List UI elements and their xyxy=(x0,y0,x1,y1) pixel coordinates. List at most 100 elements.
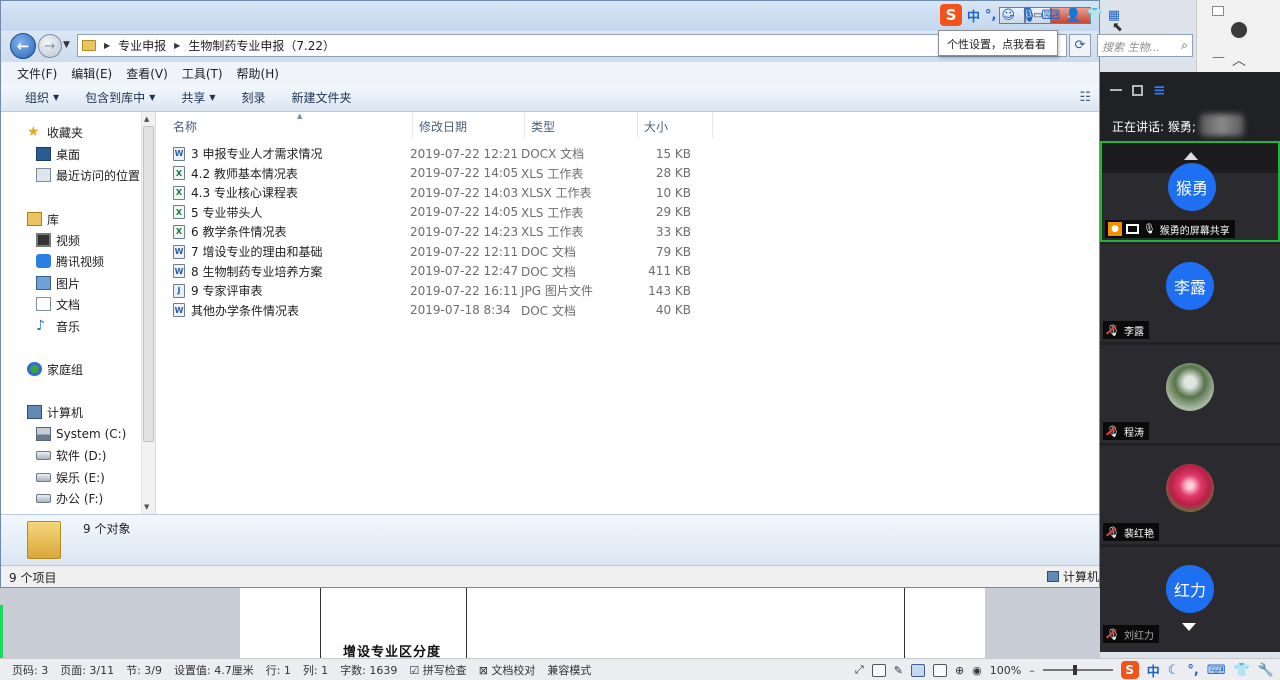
nav-pictures[interactable]: 图片 xyxy=(36,273,80,293)
nav-desktop[interactable]: 桌面 xyxy=(36,144,80,164)
title-bar[interactable]: – ▭ ✕ xyxy=(1,1,1099,31)
column-header-type[interactable]: 类型 xyxy=(525,112,638,138)
participant-tile-active[interactable]: 猴勇 ● 🎙 猴勇的屏幕共享 xyxy=(1100,141,1280,242)
zoom-level[interactable]: 100% xyxy=(990,664,1021,677)
zoom-out-icon[interactable]: – xyxy=(1029,664,1035,677)
zoom-slider-thumb[interactable] xyxy=(1072,665,1077,675)
ime-mode-toggle[interactable]: 中 xyxy=(1147,661,1160,680)
address-box[interactable]: ▶ 专业申报 ▶ 生物制药专业申报（7.22） xyxy=(77,34,1067,57)
eye-protection-icon[interactable]: ◉ xyxy=(972,664,982,677)
scroll-up-icon[interactable]: ▲ xyxy=(144,115,149,123)
scroll-down-icon[interactable] xyxy=(1182,623,1196,631)
column-header-size[interactable]: 大小 xyxy=(638,112,713,138)
file-row[interactable]: W 其他办学条件情况表 2019-07-18 8:34 DOC 文档 40 KB xyxy=(173,301,713,320)
nav-libraries[interactable]: 库 xyxy=(27,209,59,229)
reading-view-icon[interactable] xyxy=(871,663,886,677)
ime-mode-toggle[interactable]: 中 xyxy=(967,6,980,25)
breadcrumb-separator-icon[interactable]: ▶ xyxy=(174,41,180,50)
participant-tile[interactable]: 🎙 裴红艳 xyxy=(1100,446,1280,544)
nav-favorites[interactable]: ★ 收藏夹 xyxy=(27,122,83,142)
back-button[interactable]: ← xyxy=(10,33,36,59)
outline-view-icon[interactable] xyxy=(932,663,947,677)
nav-documents[interactable]: 文档 xyxy=(36,294,80,314)
history-dropdown-icon[interactable]: ▼ xyxy=(63,40,70,50)
nav-tencent-video[interactable]: 腾讯视频 xyxy=(36,251,104,271)
nav-recent[interactable]: 最近访问的位置 xyxy=(36,165,140,185)
skin-shirt-icon[interactable]: 👕 xyxy=(1234,663,1250,678)
menu-view[interactable]: 查看(V) xyxy=(126,65,168,82)
file-row[interactable]: X 4.2 教师基本情况表 2019-07-22 14:05 XLS 工作表 28 KB xyxy=(173,164,713,183)
doc-proof-button[interactable]: ⊠ 文档校对 xyxy=(479,662,536,678)
page-view-icon[interactable] xyxy=(910,663,925,677)
chevron-up-icon[interactable]: ︿ xyxy=(1232,50,1246,70)
zoom-slider[interactable] xyxy=(1042,665,1113,675)
folder-icon xyxy=(82,40,96,51)
chevron-icon[interactable]: — xyxy=(1212,50,1225,65)
nav-scrollbar[interactable]: ▲ ▼ xyxy=(141,112,155,514)
refresh-button[interactable]: ⟳ xyxy=(1069,34,1091,57)
breadcrumb-item[interactable]: 专业申报 xyxy=(118,37,166,54)
nav-computer[interactable]: 计算机 xyxy=(27,402,83,422)
menu-icon[interactable]: ≡ xyxy=(1153,81,1166,99)
search-input[interactable]: 搜索 生物... ⌕ xyxy=(1097,34,1193,57)
include-in-library-button[interactable]: 包含到库中 ▼ xyxy=(85,89,155,106)
keyboard-icon[interactable]: ⌨ xyxy=(1207,663,1226,678)
menu-edit[interactable]: 编辑(E) xyxy=(71,65,112,82)
participant-tile[interactable]: 李露 🎙 李露 xyxy=(1100,244,1280,342)
pen-icon[interactable]: ✎ xyxy=(894,664,903,677)
breadcrumb-item[interactable]: 生物制药专业申报（7.22） xyxy=(188,37,335,54)
nav-drive-f[interactable]: 办公 (F:) xyxy=(36,488,103,508)
column-header-name[interactable]: 名称 ▲ xyxy=(167,112,413,138)
spell-check-button[interactable]: ☑ 拼写检查 xyxy=(409,662,466,678)
avatar[interactable] xyxy=(1229,20,1249,40)
scroll-up-icon[interactable] xyxy=(1184,152,1198,160)
scroll-thumb[interactable] xyxy=(143,126,154,442)
file-row[interactable]: W 7 增设专业的理由和基础 2019-07-22 12:11 DOC 文档 79 KB xyxy=(173,242,713,261)
burn-button[interactable]: 刻录 xyxy=(242,89,266,106)
emoji-icon[interactable]: ☺ xyxy=(1001,8,1015,23)
file-row[interactable]: J 9 专家评审表 2019-07-22 16:11 JPG 图片文件 143 KB xyxy=(173,281,713,300)
nav-homegroup[interactable]: 家庭组 xyxy=(27,359,83,379)
scroll-down-icon[interactable]: ▼ xyxy=(144,503,149,511)
user-settings-icon[interactable]: 👤 xyxy=(1065,8,1081,23)
maximize-icon[interactable] xyxy=(1132,84,1143,96)
view-options-icon[interactable]: ☷ xyxy=(1079,90,1091,105)
forward-button[interactable]: → xyxy=(38,34,62,58)
nav-drive-c[interactable]: System (C:) xyxy=(36,424,126,444)
nav-drive-e[interactable]: 娱乐 (E:) xyxy=(36,467,105,487)
participant-tile[interactable]: 红力 🎙 刘红力 xyxy=(1100,547,1280,652)
skin-shirt-icon[interactable]: 👕 xyxy=(1087,8,1103,23)
breadcrumb-separator-icon[interactable]: ▶ xyxy=(104,41,110,50)
computer-icon xyxy=(27,405,42,419)
file-row[interactable]: W 3 申报专业人才需求情况 2019-07-22 12:21 DOCX 文档 15 K… xyxy=(173,144,713,163)
file-row[interactable]: W 8 生物制药专业培养方案 2019-07-22 12:47 DOC 文档 411 K… xyxy=(173,262,713,281)
microphone-icon[interactable]: 🎙 xyxy=(1020,8,1037,23)
nav-drive-d[interactable]: 软件 (D:) xyxy=(36,445,106,465)
menu-tools[interactable]: 工具(T) xyxy=(182,65,223,82)
wrench-icon[interactable]: 🔧 xyxy=(1258,663,1274,678)
nav-videos[interactable]: 视频 xyxy=(36,230,80,250)
sogou-logo-icon[interactable]: S xyxy=(940,4,962,26)
tab-icon[interactable] xyxy=(1212,6,1224,16)
participant-tile[interactable]: 🎙 程涛 xyxy=(1100,345,1280,443)
file-row[interactable]: X 5 专业带头人 2019-07-22 14:05 XLS 工作表 29 KB xyxy=(173,203,713,222)
nav-music[interactable]: ♪ 音乐 xyxy=(36,316,80,336)
punctuation-toggle[interactable]: °, xyxy=(985,8,996,23)
minimize-icon[interactable] xyxy=(1110,89,1122,91)
word-count[interactable]: 字数: 1639 xyxy=(340,662,397,678)
menu-file[interactable]: 文件(F) xyxy=(17,65,57,82)
new-folder-button[interactable]: 新建文件夹 xyxy=(292,89,352,106)
share-button[interactable]: 共享 ▼ xyxy=(181,89,215,106)
keyboard-icon[interactable]: ⌨ xyxy=(1042,8,1061,23)
web-view-icon[interactable]: ⊕ xyxy=(955,664,964,677)
punctuation-toggle[interactable]: °, xyxy=(1187,663,1198,678)
fullscreen-icon[interactable]: ⤢ xyxy=(855,663,864,677)
column-header-date[interactable]: 修改日期 xyxy=(413,112,525,138)
moon-icon[interactable]: ☾ xyxy=(1168,663,1180,678)
file-row[interactable]: X 4.3 专业核心课程表 2019-07-22 14:03 XLSX 工作表 10 K… xyxy=(173,183,713,202)
search-icon[interactable]: ⌕ xyxy=(1181,38,1188,53)
menu-help[interactable]: 帮助(H) xyxy=(237,65,279,82)
organize-button[interactable]: 组织 ▼ xyxy=(25,89,59,106)
file-row[interactable]: X 6 教学条件情况表 2019-07-22 14:23 XLS 工作表 33 KB xyxy=(173,222,713,241)
sogou-logo-icon[interactable]: S xyxy=(1120,661,1139,679)
